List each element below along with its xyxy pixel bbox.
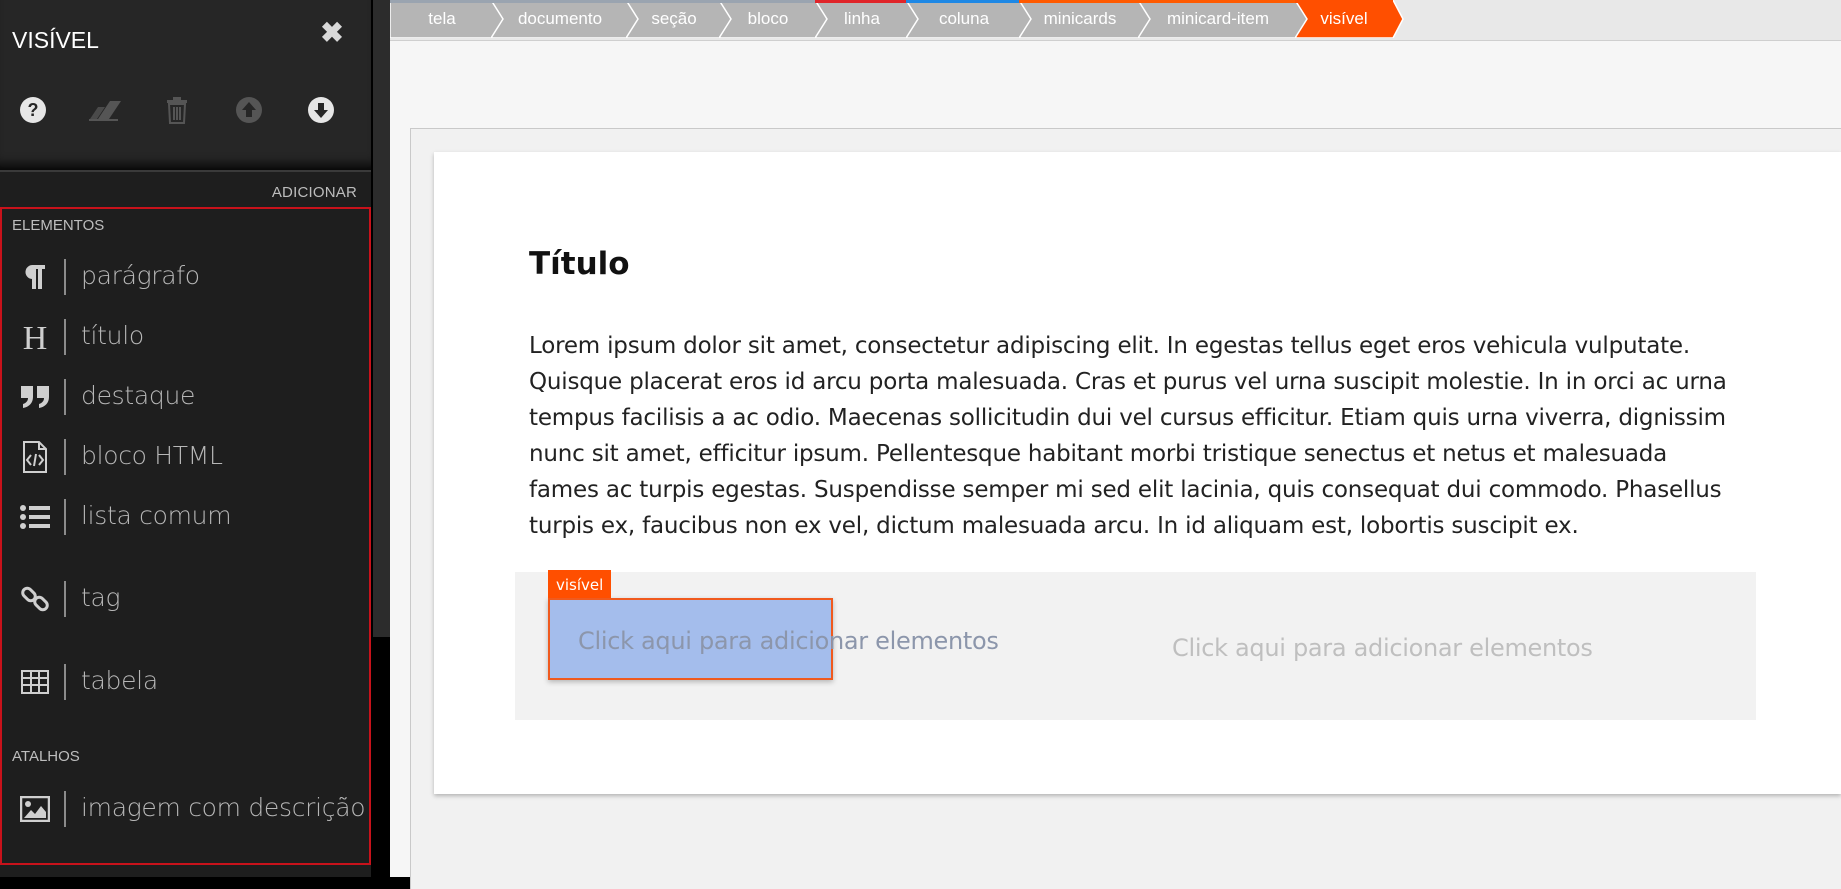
breadcrumb-item-7[interactable]: minicard-item [1138, 0, 1309, 38]
sidebar-title: VISÍVEL [12, 27, 99, 53]
element-label: parágrafo [81, 261, 200, 290]
sidebar: VISÍVEL ✖ ? ADICIONAR ELEMENTOS parágraf… [0, 0, 371, 877]
breadcrumb-label: tela [428, 9, 456, 28]
separator [64, 319, 66, 355]
help-button[interactable]: ? [13, 90, 53, 130]
elements-panel: ELEMENTOS parágrafo H título destaque bl… [0, 207, 371, 865]
separator [64, 439, 66, 475]
element-label: destaque [81, 381, 196, 410]
breadcrumb-label: documento [517, 9, 603, 28]
element-label: tabela [81, 666, 158, 695]
heading-icon: H [18, 320, 52, 354]
element-heading[interactable]: H título [2, 311, 369, 361]
separator [64, 581, 66, 617]
separator [64, 791, 66, 827]
trash-icon [167, 97, 187, 124]
breadcrumb-item-4[interactable]: linha [815, 0, 920, 38]
svg-text:?: ? [28, 100, 39, 120]
element-table[interactable]: tabela [2, 656, 369, 706]
svg-text:H: H [23, 321, 48, 353]
sidebar-header: VISÍVEL ✖ ? [0, 0, 371, 172]
move-up-button[interactable] [229, 90, 269, 130]
breadcrumb-item-6[interactable]: minicards [1019, 0, 1152, 38]
selected-element-tag: visível [548, 570, 612, 598]
move-up-icon [236, 97, 262, 123]
quote-icon [18, 380, 52, 414]
add-section-label: ADICIONAR [271, 184, 357, 201]
element-paragraph[interactable]: parágrafo [2, 251, 369, 301]
breadcrumb-label: minicards [1043, 9, 1117, 28]
element-tag[interactable]: tag [2, 573, 369, 623]
move-down-button[interactable] [301, 90, 341, 130]
content-paragraph[interactable]: Lorem ipsum dolor sit amet, consectetur … [529, 328, 1739, 544]
breadcrumb-label: linha [844, 9, 880, 28]
link-icon [18, 582, 52, 616]
delete-button[interactable] [157, 90, 197, 130]
breadcrumb-item-5[interactable]: coluna [906, 0, 1033, 38]
shortcuts-section-label: ATALHOS [12, 748, 80, 765]
html-file-icon [18, 440, 52, 474]
separator [64, 664, 66, 700]
breadcrumb-item-1[interactable]: documento [491, 0, 640, 38]
breadcrumb-label: minicard-item [1166, 9, 1270, 28]
breadcrumb-label: coluna [938, 9, 990, 28]
breadcrumb-label: seção [651, 9, 697, 28]
breadcrumb-item-0[interactable]: tela [390, 0, 505, 38]
breadcrumb-item-2[interactable]: seção [626, 0, 733, 38]
element-label: título [81, 321, 144, 350]
image-icon [18, 792, 52, 826]
shortcut-image-caption[interactable]: imagem com descrição [2, 783, 369, 833]
element-label: tag [81, 583, 121, 612]
element-list[interactable]: lista comum [2, 491, 369, 541]
close-icon[interactable]: ✖ [318, 18, 346, 48]
element-html-block[interactable]: bloco HTML [2, 431, 369, 481]
element-quote[interactable]: destaque [2, 371, 369, 421]
breadcrumb-label: bloco [747, 9, 789, 28]
shortcut-label: imagem com descrição [81, 793, 366, 822]
elements-section-label: ELEMENTOS [12, 217, 105, 234]
content-title[interactable]: Título [529, 246, 630, 282]
separator [64, 379, 66, 415]
minicard-1-placeholder[interactable]: Click aqui para adicionar elementos [578, 627, 999, 655]
element-label: bloco HTML [81, 441, 223, 470]
sidebar-scrollbar-thumb[interactable] [373, 0, 390, 637]
erase-button[interactable] [85, 90, 125, 130]
minicard-2-placeholder[interactable]: Click aqui para adicionar elementos [1172, 634, 1593, 662]
help-icon: ? [20, 97, 46, 123]
move-down-icon [308, 97, 334, 123]
breadcrumb-item-8[interactable]: visível [1295, 0, 1404, 38]
separator [64, 259, 66, 295]
element-label: lista comum [81, 501, 232, 530]
list-icon [18, 500, 52, 534]
breadcrumb-item-3[interactable]: bloco [719, 0, 828, 38]
breadcrumb-label: visível [1320, 9, 1368, 28]
table-icon [18, 665, 52, 699]
paragraph-icon [18, 260, 52, 294]
breadcrumb: tela documento seção bloco linha coluna minica… [390, 0, 1841, 41]
sidebar-toolbar: ? [0, 90, 371, 130]
separator [64, 499, 66, 535]
eraser-icon [89, 101, 121, 121]
